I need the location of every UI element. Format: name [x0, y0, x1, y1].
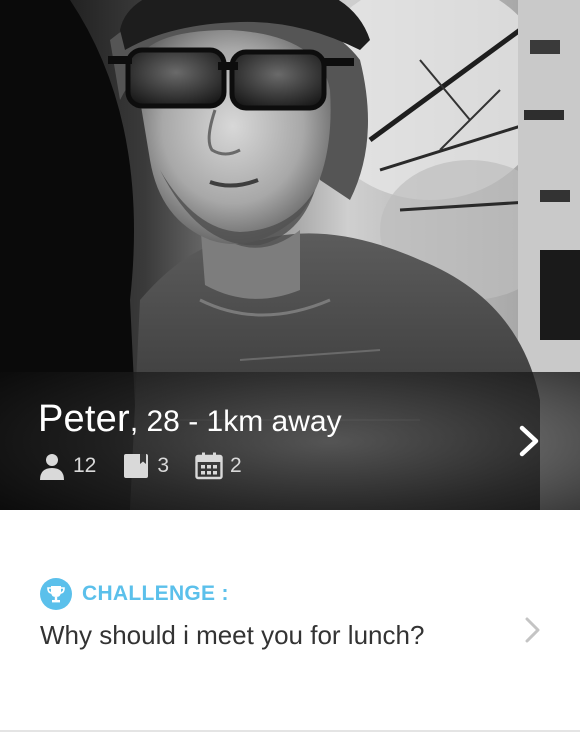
- trophy-icon: [40, 578, 72, 610]
- trophy-glyph: [47, 586, 65, 603]
- next-profile-button[interactable]: [514, 424, 544, 458]
- book-icon: [124, 454, 149, 478]
- stat-friends: 12: [38, 452, 96, 480]
- stat-events: 2: [195, 452, 242, 480]
- profile-card[interactable]: Peter, 28 - 1km away 12 3 2 CHALLENGE: …: [0, 0, 580, 732]
- profile-info-overlay: Peter, 28 - 1km away 12 3 2: [0, 372, 580, 510]
- profile-stats: 12 3 2: [38, 452, 268, 480]
- person-icon: [40, 454, 64, 480]
- stat-events-count: 2: [230, 454, 242, 477]
- stat-books: 3: [122, 452, 169, 480]
- stat-books-count: 3: [157, 454, 170, 477]
- challenge-label: CHALLENGE :: [82, 582, 229, 605]
- challenge-question: Why should i meet you for lunch?: [40, 620, 425, 650]
- chevron-right-icon: [519, 425, 539, 457]
- calendar-icon: [195, 452, 223, 480]
- profile-photo: Peter, 28 - 1km away 12 3 2: [0, 0, 580, 510]
- challenge-open-button[interactable]: [522, 616, 542, 644]
- profile-age-distance: , 28 - 1km away: [129, 405, 342, 438]
- stat-friends-count: 12: [73, 454, 97, 477]
- challenge-row[interactable]: CHALLENGE : Why should i meet you for lu…: [0, 510, 580, 732]
- chevron-right-icon: [525, 617, 540, 643]
- profile-name-line: Peter, 28 - 1km away: [38, 398, 342, 441]
- profile-name: Peter: [38, 398, 130, 440]
- challenge-header: CHALLENGE :: [40, 578, 229, 610]
